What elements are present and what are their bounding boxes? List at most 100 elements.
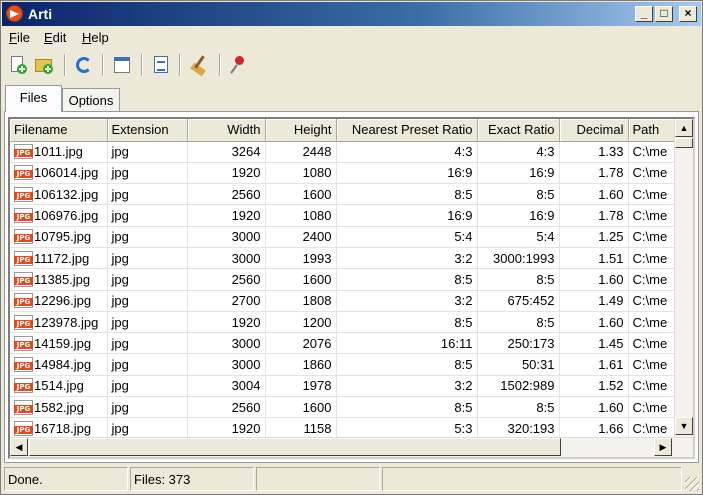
cell-exact-ratio: 320:193: [477, 417, 560, 440]
column-header-nearest-preset-ratio[interactable]: Nearest Preset Ratio: [336, 119, 478, 142]
filename-text: 11172.jpg: [34, 250, 90, 266]
column-header-decimal[interactable]: Decimal: [559, 119, 629, 142]
cell-filename: 123978.jpg: [10, 311, 108, 334]
refresh-button[interactable]: [73, 54, 95, 76]
scroll-left-button[interactable]: ◀: [10, 438, 28, 456]
clear-button[interactable]: [189, 54, 211, 77]
vertical-scroll-thumb[interactable]: [675, 138, 693, 148]
scroll-down-button[interactable]: ▼: [675, 417, 693, 435]
toolbar-separator: [64, 54, 66, 76]
table-row[interactable]: 106014.jpgjpg1920108016:916:91.78C:\me: [10, 162, 689, 185]
column-header-extension[interactable]: Extension: [107, 119, 188, 142]
jpg-file-icon: [14, 250, 33, 266]
cell-height: 1860: [265, 353, 337, 376]
cell-width: 2560: [187, 268, 266, 291]
filename-text: 12296.jpg: [34, 293, 92, 309]
horizontal-scrollbar[interactable]: ◀ ▶: [10, 437, 693, 457]
column-header-width[interactable]: Width: [187, 119, 266, 142]
menu-edit[interactable]: Edit: [44, 30, 66, 45]
jpg-file-icon: [14, 335, 33, 351]
filename-text: 10795.jpg: [34, 229, 92, 245]
add-folder-button[interactable]: [33, 54, 55, 76]
menu-help[interactable]: Help: [82, 30, 109, 45]
table-row[interactable]: 12296.jpgjpg270018083:2675:4521.49C:\me: [10, 290, 689, 312]
cell-decimal: 1.45: [559, 332, 629, 355]
table-row[interactable]: 11385.jpgjpg256016008:58:51.60C:\me: [10, 268, 689, 291]
cell-extension: jpg: [107, 183, 188, 206]
toolbar-separator: [179, 54, 181, 76]
cell-filename: 1514.jpg: [10, 375, 108, 398]
table-row[interactable]: 1011.jpgjpg326424484:34:31.33C:\me: [10, 141, 689, 163]
jpg-file-icon: [14, 421, 33, 436]
menu-file[interactable]: File: [9, 30, 30, 45]
cell-height: 1600: [265, 183, 337, 206]
column-header-height[interactable]: Height: [265, 119, 337, 142]
cell-height: 1158: [265, 417, 337, 440]
add-file-button[interactable]: [7, 54, 29, 76]
table-row[interactable]: 1514.jpgjpg300419783:21502:9891.52C:\me: [10, 375, 689, 398]
title-bar[interactable]: Arti _ □ ×: [2, 2, 701, 26]
cell-filename: 14984.jpg: [10, 353, 108, 376]
table-row[interactable]: 16718.jpgjpg192011585:3320:1931.66C:\me: [10, 417, 689, 440]
cell-width: 1920: [187, 311, 266, 334]
cell-width: 3004: [187, 375, 266, 398]
filename-text: 1011.jpg: [34, 144, 83, 160]
cell-nearest-preset-ratio: 16:11: [336, 332, 478, 355]
table-row[interactable]: 106132.jpgjpg256016008:58:51.60C:\me: [10, 183, 689, 206]
table-row[interactable]: 14159.jpgjpg3000207616:11250:1731.45C:\m…: [10, 332, 689, 355]
table-row[interactable]: 123978.jpgjpg192012008:58:51.60C:\me: [10, 311, 689, 334]
maximize-button[interactable]: □: [655, 6, 673, 22]
resize-grip-icon[interactable]: [685, 477, 699, 491]
jpg-file-icon: [14, 357, 33, 373]
cell-decimal: 1.60: [559, 396, 629, 419]
cell-extension: jpg: [107, 141, 188, 163]
app-window: Arti _ □ × File Edit Help Files Options …: [0, 0, 703, 495]
status-file-count: Files: 373: [130, 467, 254, 491]
table-row[interactable]: 11172.jpgjpg300019933:23000:19931.51C:\m…: [10, 247, 689, 270]
cell-exact-ratio: 8:5: [477, 268, 560, 291]
cell-exact-ratio: 1502:989: [477, 375, 560, 398]
table-row[interactable]: 1582.jpgjpg256016008:58:51.60C:\me: [10, 396, 689, 419]
jpg-file-icon: [14, 293, 33, 309]
jpg-file-icon: [14, 399, 33, 415]
properties-button[interactable]: [111, 54, 133, 76]
jpg-file-icon: [14, 314, 33, 330]
jpg-file-icon: [14, 165, 33, 181]
tab-files[interactable]: Files: [5, 85, 62, 112]
table-row[interactable]: 10795.jpgjpg300024005:45:41.25C:\me: [10, 226, 689, 248]
cell-nearest-preset-ratio: 8:5: [336, 396, 478, 419]
cell-filename: 14159.jpg: [10, 332, 108, 355]
cell-decimal: 1.25: [559, 226, 629, 248]
table-row[interactable]: 106976.jpgjpg1920108016:916:91.78C:\me: [10, 204, 689, 227]
scroll-right-button[interactable]: ▶: [654, 438, 672, 456]
cell-nearest-preset-ratio: 16:9: [336, 204, 478, 227]
horizontal-scroll-thumb[interactable]: [29, 438, 561, 456]
cell-extension: jpg: [107, 375, 188, 398]
cell-width: 2700: [187, 290, 266, 312]
cell-height: 1600: [265, 396, 337, 419]
cell-extension: jpg: [107, 268, 188, 291]
scroll-up-button[interactable]: ▲: [675, 119, 693, 137]
cell-exact-ratio: 8:5: [477, 311, 560, 334]
toolbar: [2, 51, 701, 81]
cell-exact-ratio: 50:31: [477, 353, 560, 376]
close-button[interactable]: ×: [679, 6, 697, 22]
vertical-scrollbar[interactable]: ▲ ▼: [674, 119, 693, 437]
filename-text: 14984.jpg: [34, 357, 92, 373]
column-header-exact-ratio[interactable]: Exact Ratio: [477, 119, 560, 142]
pin-button[interactable]: [228, 54, 250, 76]
cell-width: 3000: [187, 226, 266, 248]
jpg-file-icon: [14, 186, 33, 202]
cell-exact-ratio: 675:452: [477, 290, 560, 312]
tab-options[interactable]: Options: [62, 88, 120, 112]
cell-width: 2560: [187, 183, 266, 206]
cell-exact-ratio: 3000:1993: [477, 247, 560, 270]
filename-text: 1514.jpg: [34, 378, 84, 394]
table-row[interactable]: 14984.jpgjpg300018608:550:311.61C:\me: [10, 353, 689, 376]
cell-decimal: 1.60: [559, 268, 629, 291]
filename-text: 123978.jpg: [34, 314, 99, 330]
cell-nearest-preset-ratio: 3:2: [336, 290, 478, 312]
column-header-filename[interactable]: Filename: [10, 119, 108, 142]
minimize-button[interactable]: _: [635, 6, 653, 22]
export-button[interactable]: [150, 54, 172, 76]
